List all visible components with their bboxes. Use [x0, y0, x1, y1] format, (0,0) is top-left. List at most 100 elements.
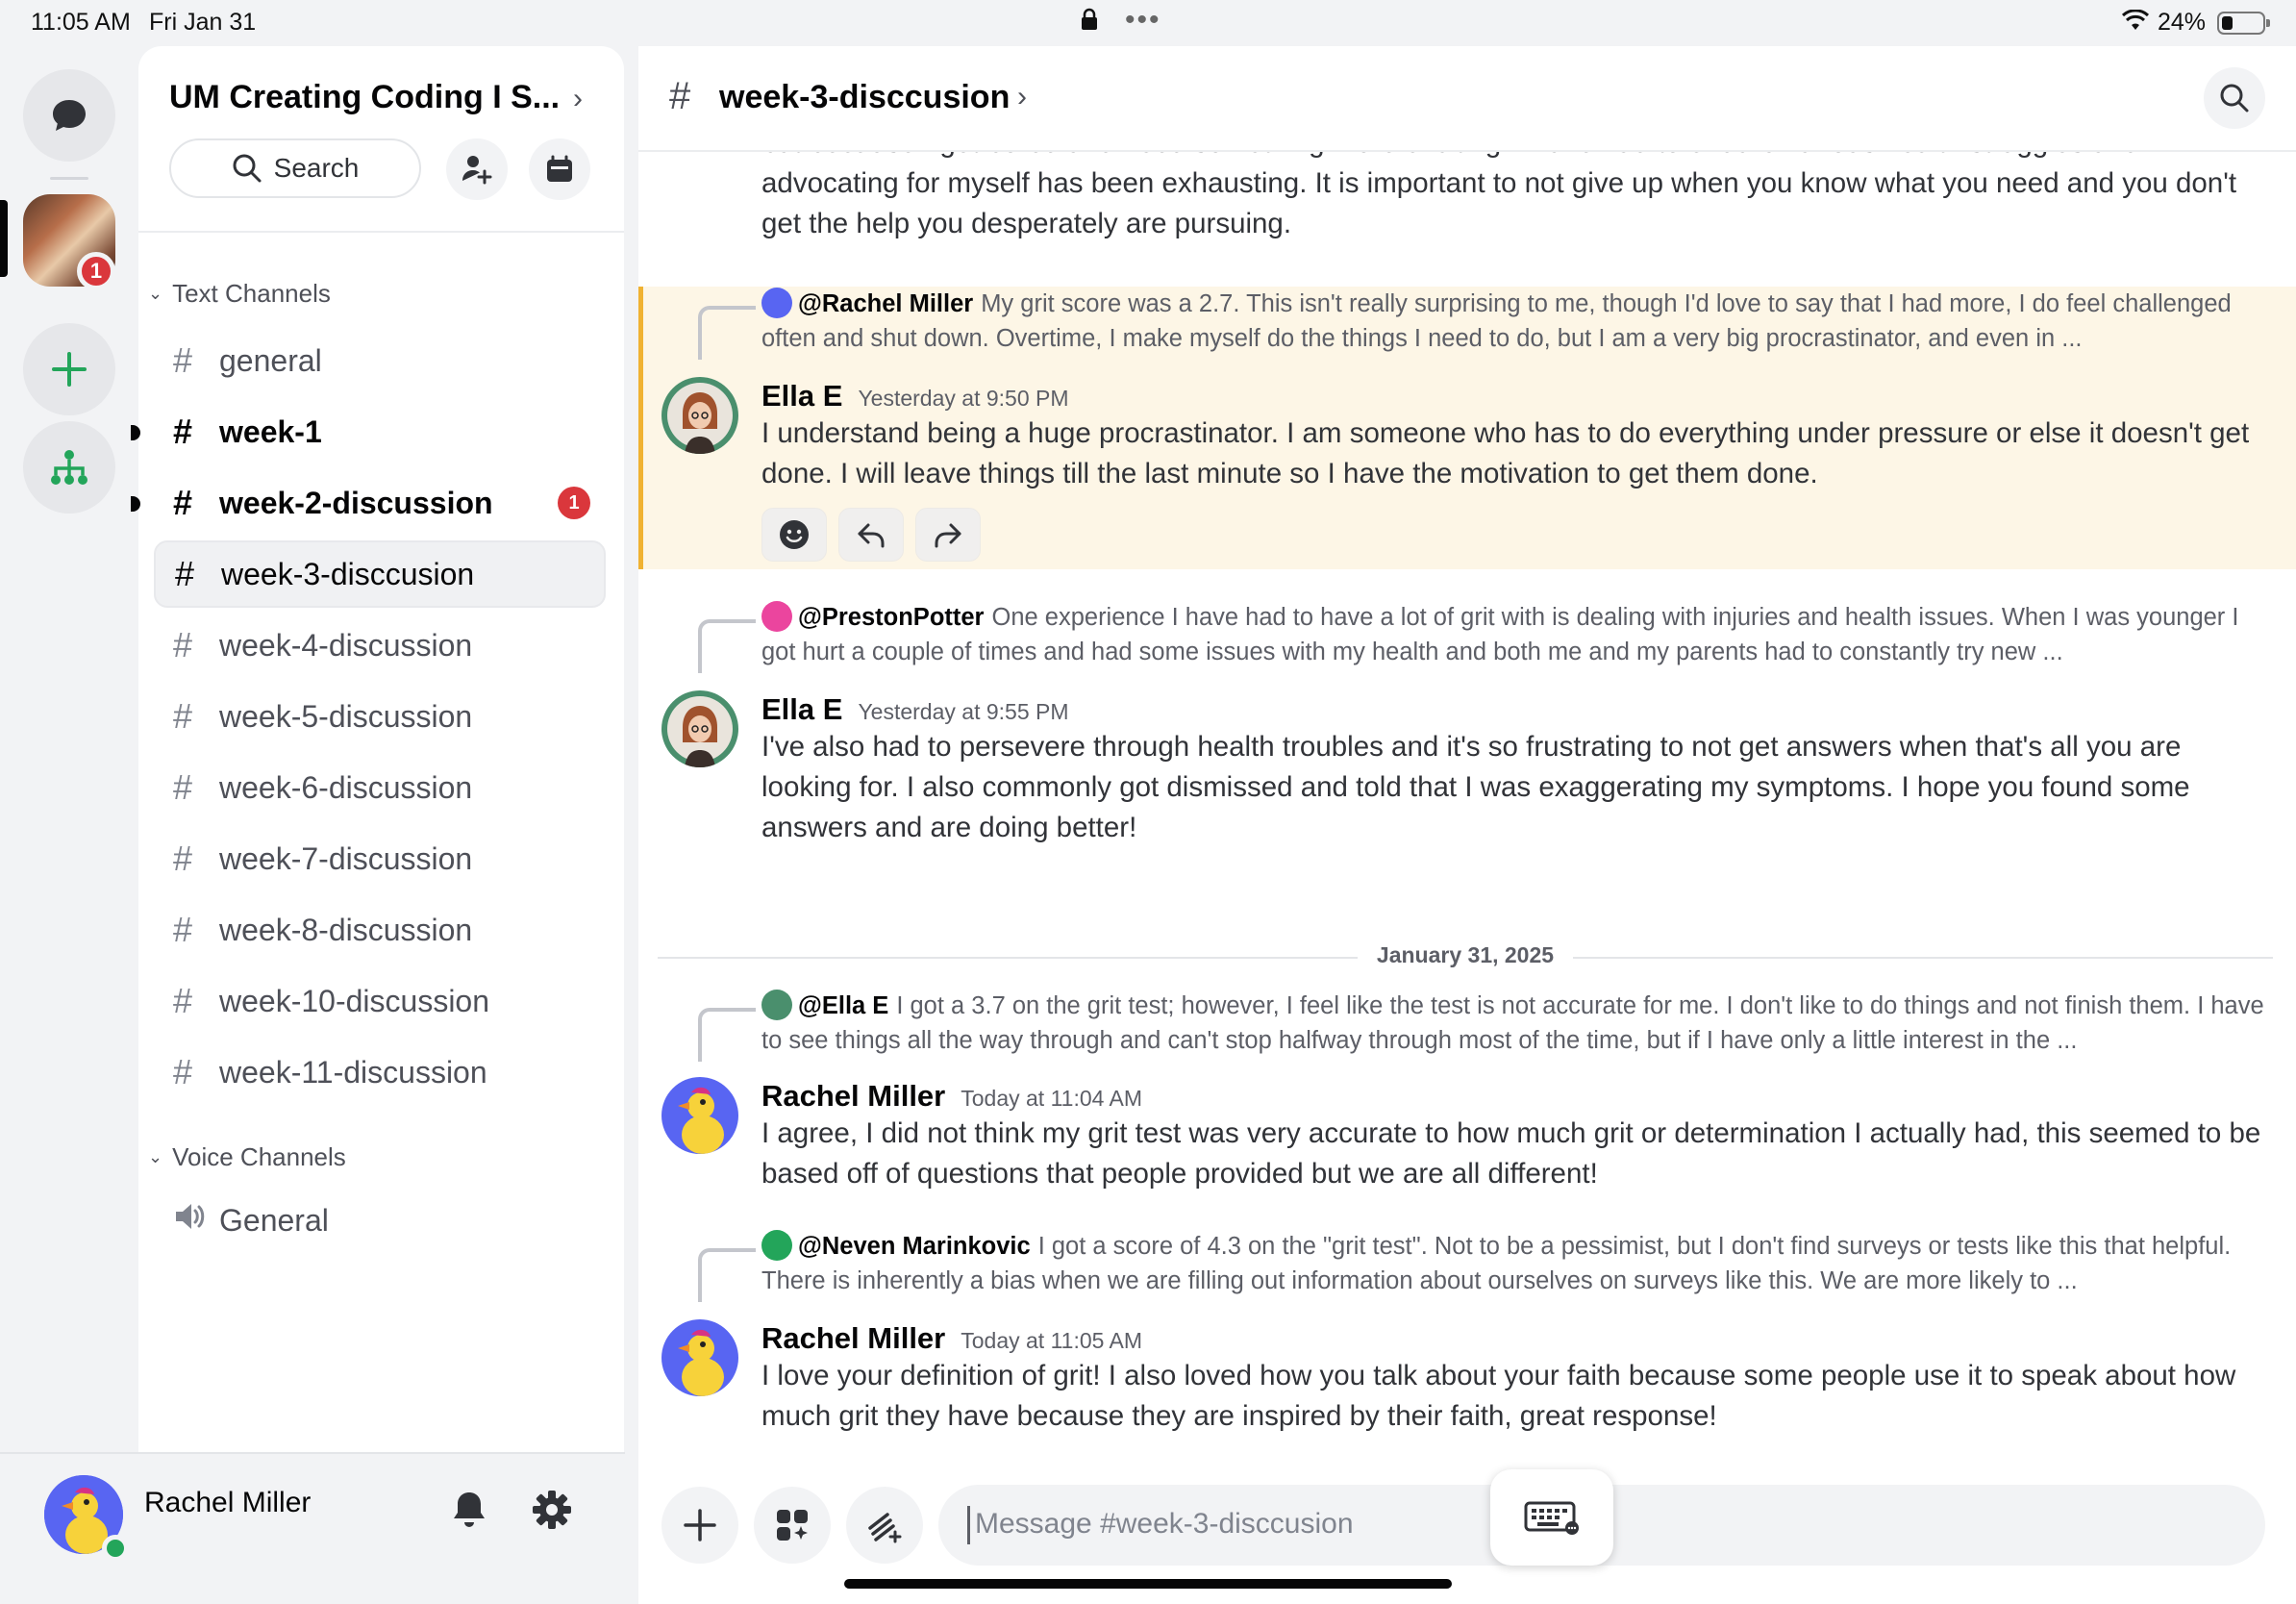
rail-divider [50, 177, 88, 180]
message-timestamp: Yesterday at 9:55 PM [858, 699, 1069, 724]
hash-icon: # [173, 412, 193, 451]
server-rail: 1 [0, 44, 138, 1448]
chevron-right-icon[interactable]: › [1017, 81, 1027, 113]
forward-button[interactable] [915, 508, 981, 562]
selected-server-indicator [0, 200, 8, 277]
channel-week-5-discussion[interactable]: # week-5-discussion [154, 683, 606, 750]
reply-button[interactable] [838, 508, 904, 562]
channel-search-button[interactable] [2204, 67, 2265, 129]
hub-tree-icon [51, 450, 87, 485]
reply-preview[interactable]: @Rachel Miller My grit score was a 2.7. T… [761, 287, 2271, 356]
direct-messages-button[interactable] [23, 69, 115, 162]
notifications-button[interactable] [444, 1485, 494, 1535]
channel-week-6-discussion[interactable]: # week-6-discussion [154, 754, 606, 821]
message-author[interactable]: Rachel Miller Today at 11:04 AM [761, 1079, 1142, 1114]
avatar[interactable] [661, 1077, 738, 1154]
message-timestamp: Yesterday at 9:50 PM [858, 386, 1069, 411]
speaker-icon [173, 1200, 219, 1241]
calendar-icon [547, 155, 572, 182]
category-text-channels[interactable]: ⌄ Text Channels [148, 279, 331, 309]
search-icon [233, 154, 262, 183]
user-settings-button[interactable] [527, 1485, 577, 1535]
reply-author: @PrestonPotter [798, 604, 985, 631]
reply-preview[interactable]: @Ella EI got a 3.7 on the grit test; how… [761, 989, 2271, 1058]
channel-label: week-5-discussion [219, 698, 473, 734]
channel-label: week-7-discussion [219, 840, 473, 876]
chevron-right-icon[interactable]: › [573, 83, 583, 115]
invite-members-button[interactable] [446, 138, 508, 200]
channel-general[interactable]: # general [154, 327, 606, 394]
reply-avatar [761, 990, 792, 1020]
unread-indicator [131, 496, 140, 512]
reply-connector [698, 1248, 756, 1302]
channel-label: week-10-discussion [219, 983, 490, 1018]
avatar[interactable] [661, 690, 738, 767]
sidebar-divider [138, 231, 624, 233]
add-server-button[interactable] [23, 323, 115, 415]
chevron-down-icon: ⌄ [148, 1147, 163, 1166]
reply-author: @Rachel Miller [798, 290, 974, 317]
hash-icon: # [173, 696, 193, 736]
gift-nitro-button[interactable] [846, 1487, 923, 1564]
sidebar-search-button[interactable]: Search [169, 138, 421, 198]
search-icon [2220, 84, 2249, 113]
channel-week-10-discussion[interactable]: # week-10-discussion [154, 967, 606, 1035]
channel-week-1[interactable]: # week-1 [131, 398, 606, 465]
reply-connector [698, 306, 756, 360]
message-text: advocating for myself has been exhaustin… [761, 167, 2237, 239]
channel-week-11-discussion[interactable]: # week-11-discussion [154, 1039, 606, 1106]
home-indicator[interactable] [844, 1579, 1452, 1589]
channel-label: week-3-disccusion [221, 556, 475, 591]
avatar[interactable] [661, 377, 738, 454]
channel-week-4-discussion[interactable]: # week-4-discussion [154, 612, 606, 679]
message-author[interactable]: Ella E Yesterday at 9:55 PM [761, 692, 1069, 727]
reply-avatar [761, 1230, 792, 1261]
channel-title[interactable]: week-3-disccusion [719, 79, 1010, 116]
discover-servers-button[interactable] [23, 421, 115, 514]
author-name[interactable]: Rachel Miller [761, 1321, 945, 1355]
channel-week-3-disccusion[interactable]: # week-3-disccusion [154, 540, 606, 608]
author-name[interactable]: Ella E [761, 692, 842, 726]
channel-label: week-2-discussion [219, 485, 493, 520]
reply-preview[interactable]: @PrestonPotter One experience I have had … [761, 600, 2271, 669]
author-name[interactable]: Rachel Miller [761, 1079, 945, 1113]
message-author[interactable]: Rachel Miller Today at 11:05 AM [761, 1321, 1142, 1356]
hash-icon: # [173, 340, 193, 380]
current-user-name[interactable]: Rachel Miller [144, 1487, 311, 1519]
server-name[interactable]: UM Creating Coding I S... [169, 79, 560, 116]
reply-text: I got a 3.7 on the grit test; however, I… [761, 992, 2264, 1054]
voice-channel-general[interactable]: General [154, 1187, 606, 1254]
category-voice-channels[interactable]: ⌄ Voice Channels [148, 1142, 346, 1172]
reply-connector [698, 1008, 756, 1062]
category-label: Voice Channels [172, 1142, 346, 1171]
reply-connector [698, 619, 756, 673]
add-reaction-button[interactable] [761, 508, 827, 562]
message-author[interactable]: Ella E Yesterday at 9:50 PM [761, 379, 1069, 414]
apps-icon [777, 1510, 808, 1541]
emoji-icon [780, 520, 809, 549]
message-hover-actions [761, 508, 981, 562]
unread-indicator [131, 425, 140, 440]
channel-week-2-discussion[interactable]: # week-2-discussion 1 [131, 469, 606, 537]
channel-week-8-discussion[interactable]: # week-8-discussion [154, 896, 606, 964]
message-list[interactable]: but because I get bored and need somethi… [638, 152, 2296, 1498]
multitask-dots-icon[interactable]: ••• [1125, 4, 1161, 37]
user-panel: Rachel Miller [0, 1452, 625, 1604]
battery-percent: 24% [2158, 9, 2207, 36]
hash-icon: # [173, 981, 193, 1020]
channel-label: week-1 [219, 414, 322, 449]
attach-button[interactable] [661, 1487, 738, 1564]
keyboard-toggle-button[interactable] [1490, 1469, 1613, 1566]
message-input-placeholder: Message #week-3-disccusion [975, 1508, 1354, 1540]
events-button[interactable] [529, 138, 590, 200]
gear-icon [533, 1491, 571, 1529]
avatar[interactable] [661, 1319, 738, 1396]
author-name[interactable]: Ella E [761, 379, 842, 413]
channel-label: week-11-discussion [219, 1054, 487, 1090]
channel-week-7-discussion[interactable]: # week-7-discussion [154, 825, 606, 892]
chat-area: # week-3-disccusion › but because I get … [638, 46, 2296, 1604]
category-label: Text Channels [172, 279, 331, 308]
apps-button[interactable] [754, 1487, 831, 1564]
status-bar: 11:05 AM Fri Jan 31 ••• 24% [0, 0, 2296, 44]
reply-preview[interactable]: @Neven Marinkovic I got a score of 4.3 on… [761, 1229, 2271, 1298]
